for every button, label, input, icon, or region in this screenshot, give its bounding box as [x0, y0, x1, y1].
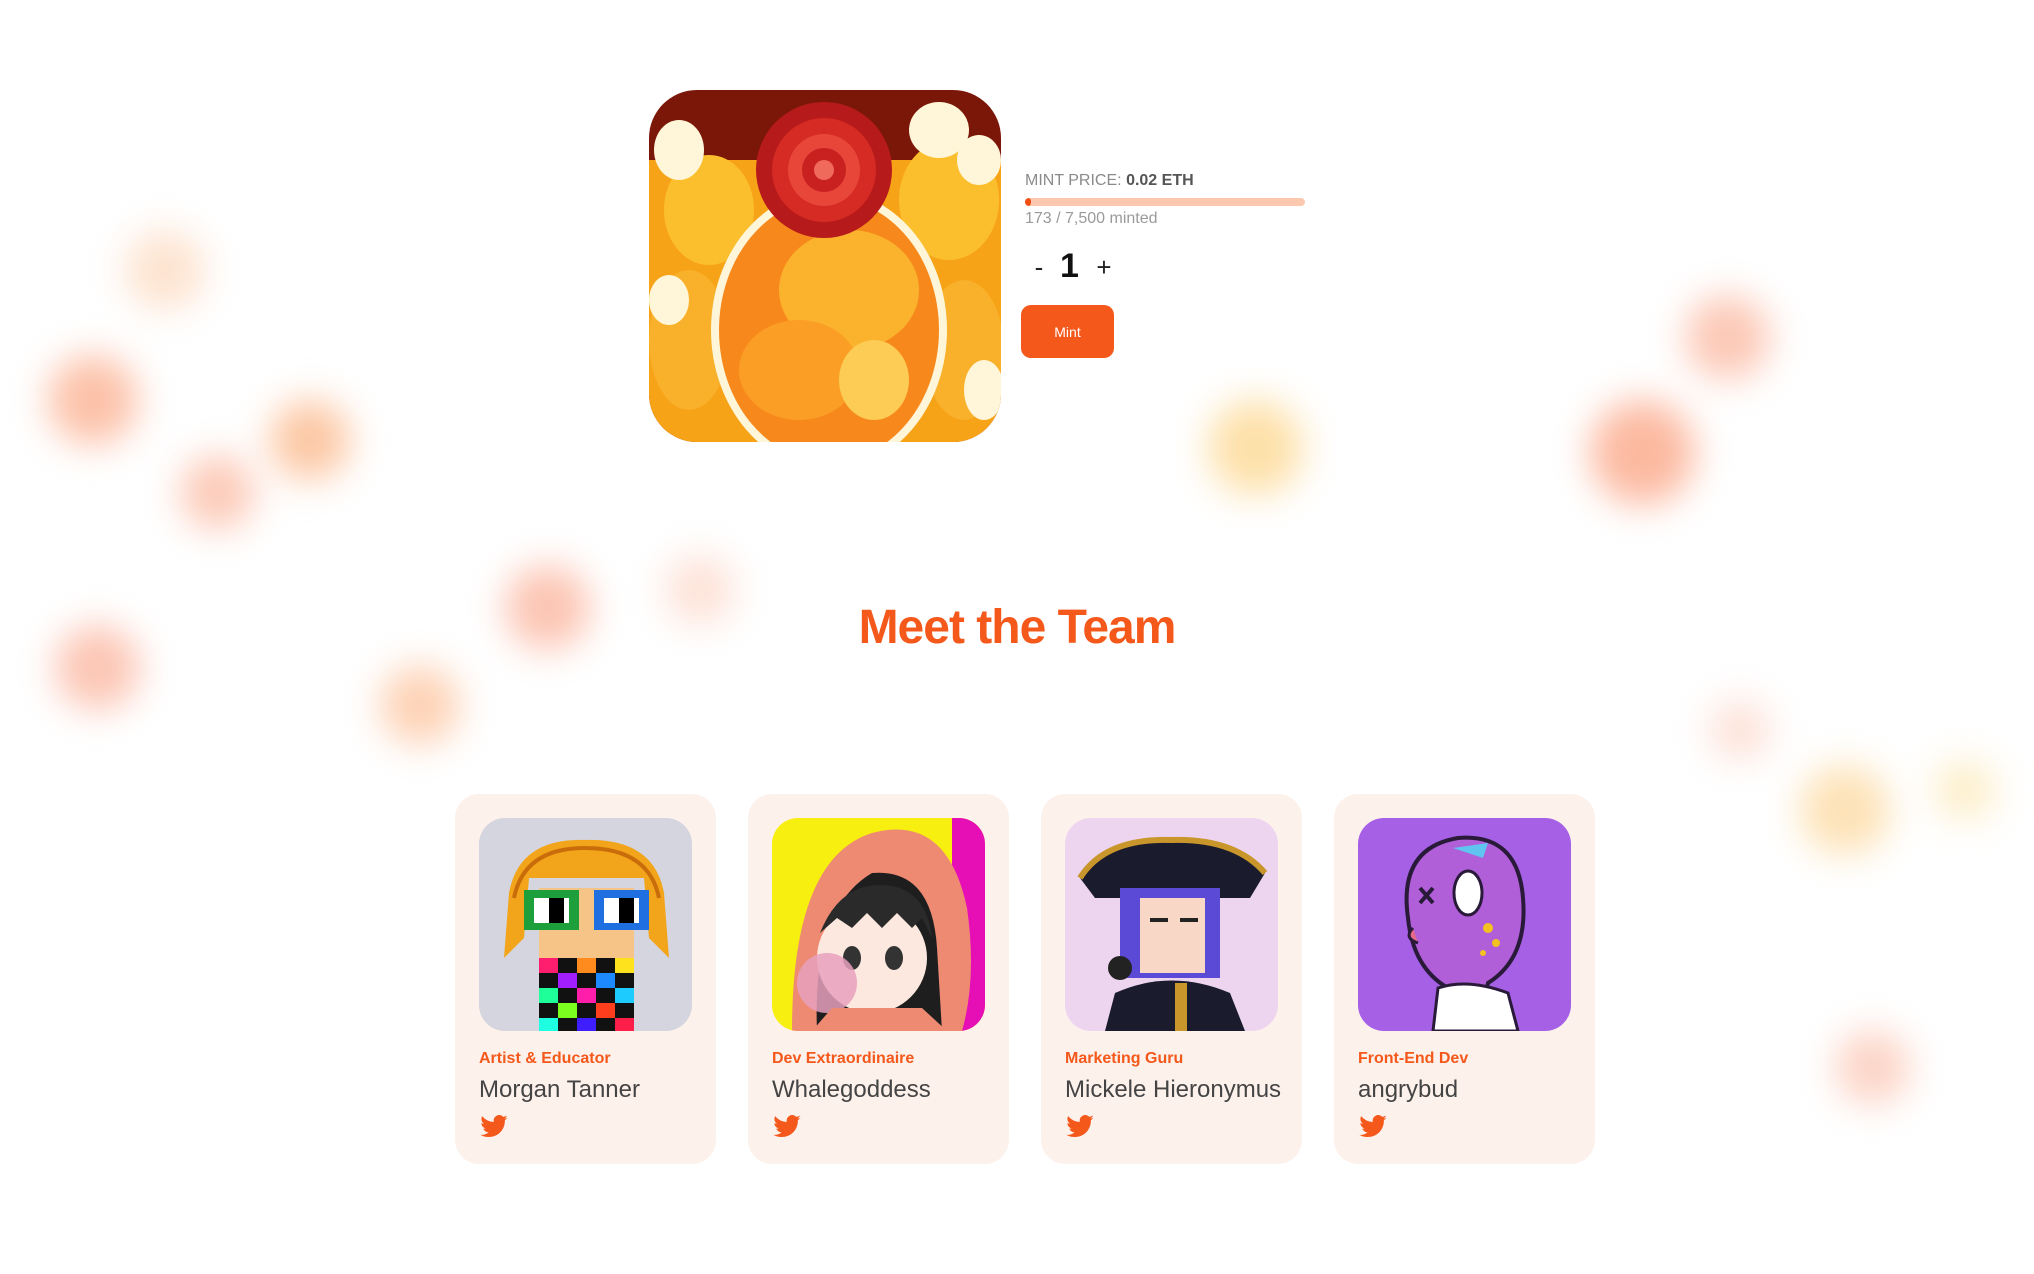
member-avatar: [772, 818, 985, 1031]
member-avatar: [1065, 818, 1278, 1031]
twitter-icon[interactable]: [772, 1112, 802, 1142]
mint-price: MINT PRICE: 0.02 ETH: [1025, 172, 1194, 190]
increment-button[interactable]: +: [1090, 250, 1118, 284]
member-name: Whalegoddess: [772, 1076, 931, 1103]
mint-price-label: MINT PRICE:: [1025, 172, 1122, 189]
mint-progress-bar: [1025, 198, 1305, 206]
member-avatar: [1358, 818, 1571, 1031]
member-name: Mickele Hieronymus: [1065, 1076, 1282, 1103]
team-heading: Meet the Team: [858, 601, 1177, 654]
nft-preview-image: [649, 90, 1001, 442]
member-role: Front-End Dev: [1358, 1050, 1469, 1067]
member-role: Artist & Educator: [479, 1050, 611, 1067]
member-role: Marketing Guru: [1065, 1050, 1184, 1067]
mint-price-value: 0.02 ETH: [1126, 172, 1194, 189]
minted-count: 173 / 7,500 minted: [1025, 210, 1158, 227]
team-card: Dev Extraordinaire Whalegoddess: [748, 794, 1009, 1164]
member-avatar: [479, 818, 692, 1031]
mint-button[interactable]: Mint: [1021, 305, 1114, 358]
member-name: Morgan Tanner: [479, 1076, 640, 1103]
twitter-icon[interactable]: [1065, 1112, 1095, 1142]
twitter-icon[interactable]: [1358, 1112, 1388, 1142]
mint-progress-fill: [1025, 198, 1032, 206]
team-card: Marketing Guru Mickele Hieronymus: [1041, 794, 1302, 1164]
decrement-button[interactable]: -: [1025, 250, 1053, 284]
member-role: Dev Extraordinaire: [772, 1050, 915, 1067]
team-card: Artist & Educator Morgan Tanner: [455, 794, 716, 1164]
twitter-icon[interactable]: [479, 1112, 509, 1142]
member-name: angrybud: [1358, 1076, 1459, 1103]
quantity-value: 1: [1060, 247, 1079, 285]
team-card: Front-End Dev angrybud: [1334, 794, 1595, 1164]
